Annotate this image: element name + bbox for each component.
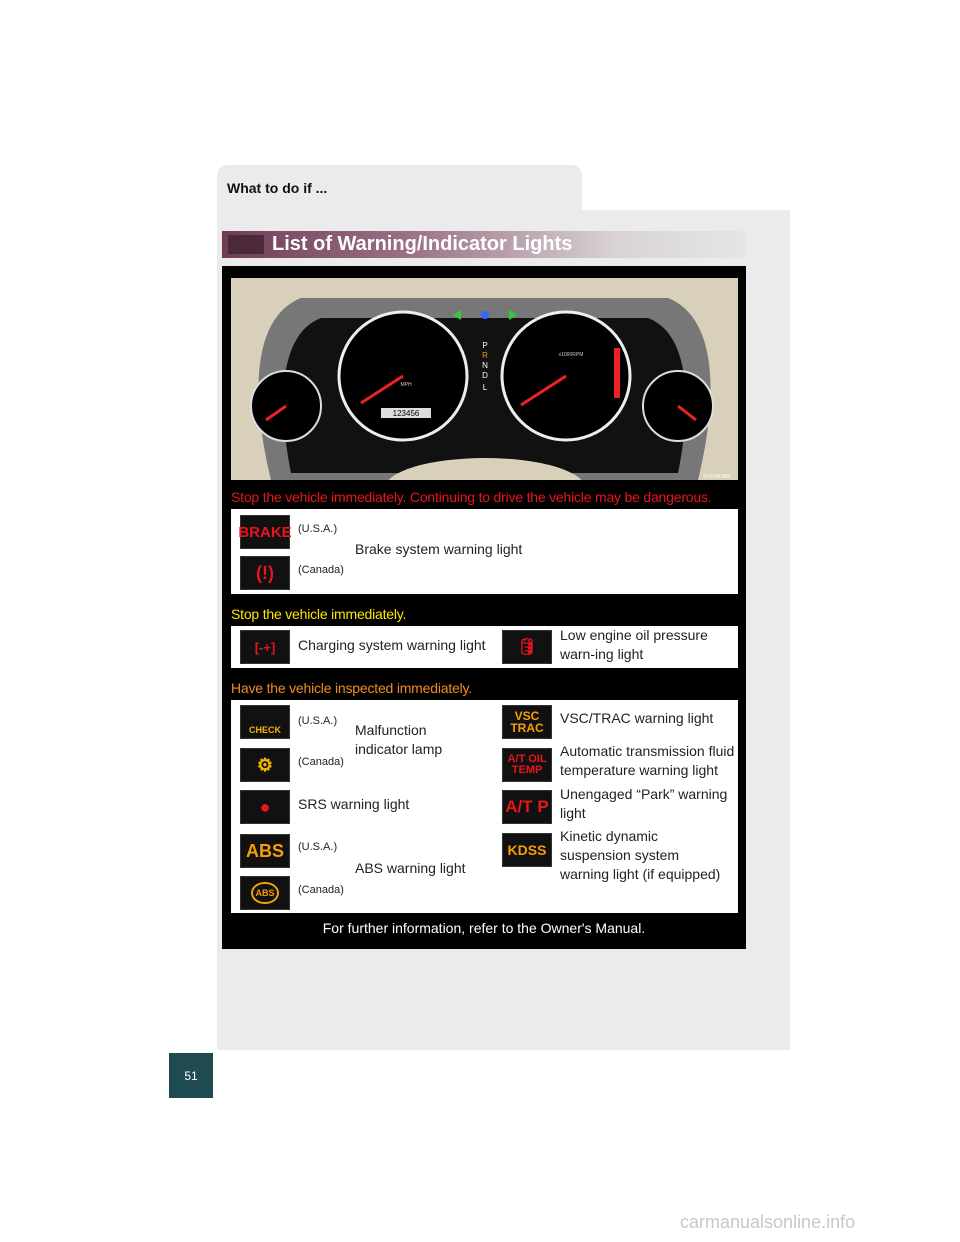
rpm-unit: x1000RPM [559,352,584,358]
kdss-icon: KDSS [502,833,552,867]
abs-circle-icon: ABS [240,876,290,910]
page-title: List of Warning/Indicator Lights [272,233,573,255]
inspect-box: CHECK ⚙ (U.S.A.) (Canada) Malfunction in… [231,700,738,913]
instrument-cluster-image: 123456 MPH x1000RPM P R N D L ILYOWU006 [231,278,738,480]
brake-text-icon: BRAKE [238,515,292,549]
gear-d: D [482,371,488,380]
temp-text: TEMP [511,764,543,776]
heading-stop: Stop the vehicle immediately. [231,606,407,622]
battery-icon: [-+] [240,630,290,664]
at-temp-label: Automatic transmission fluid temperature… [560,743,735,778]
check-engine-icon: CHECK [240,705,290,739]
park-label: Unengaged “Park” warning light [560,786,728,821]
charging-label: Charging system warning light [298,637,486,653]
vsc-label: VSC/TRAC warning light [560,710,714,726]
at-oil-temp-icon: A/T OIL TEMP [502,748,552,782]
stop-box: [-+] Charging system warning light 🛢 Low… [231,626,738,668]
abs-label: ABS warning light [355,860,466,876]
engine-icon: ⚙ [240,748,290,782]
atp-icon: A/T P [502,790,552,824]
region-canada: (Canada) [298,756,344,768]
section-title: What to do if ... [227,180,328,196]
region-usa: (U.S.A.) [298,523,338,535]
region-usa: (U.S.A.) [298,715,338,727]
region-canada: (Canada) [298,884,344,896]
image-code: ILYOWU006 [703,474,731,480]
gear-r: R [482,351,488,360]
footer-note: For further information, refer to the Ow… [322,920,646,936]
gear-l: L [483,383,488,392]
mil-label: Malfunction indicator lamp [355,722,443,757]
heading-inspect: Have the vehicle inspected immediately. [231,680,472,696]
srs-label: SRS warning light [298,796,410,812]
abs-circle-text: ABS [251,882,279,904]
oil-can-icon: 🛢 [502,630,552,664]
danger-box: BRAKE (!) (U.S.A.) (Canada) Brake system… [231,509,738,594]
abs-text-icon: ABS [240,834,290,868]
region-canada: (Canada) [298,564,344,576]
trac-text: TRAC [510,721,544,735]
odometer: 123456 [393,409,420,418]
gear-n: N [482,361,488,370]
title-swatch [228,235,264,254]
brake-circle-icon: (!) [240,556,290,590]
region-usa: (U.S.A.) [298,841,338,853]
vsc-trac-icon: VSC TRAC [502,705,552,739]
headlight-icon [481,311,489,319]
speed-unit: MPH [400,382,412,388]
page-number: 51 [169,1053,213,1098]
title-bar: List of Warning/Indicator Lights [222,231,746,258]
gear-p: P [482,341,487,350]
airbag-icon: ● [240,790,290,824]
oil-pressure-label: Low engine oil pressure warn-ing light [560,627,708,662]
kdss-label: Kinetic dynamic suspension system warnin… [560,828,721,882]
brake-label: Brake system warning light [355,541,523,557]
heading-danger: Stop the vehicle immediately. Continuing… [231,489,712,505]
watermark: carmanualsonline.info [680,1212,856,1232]
